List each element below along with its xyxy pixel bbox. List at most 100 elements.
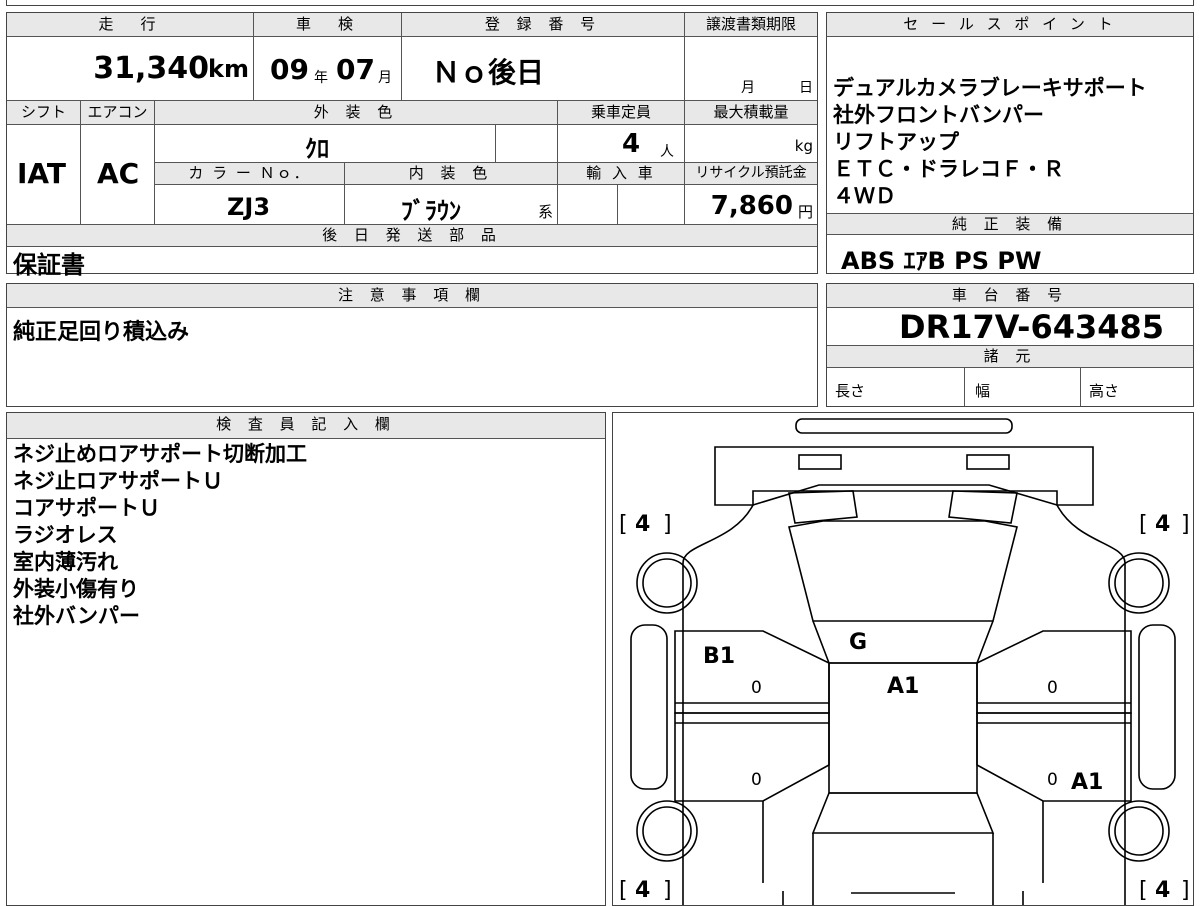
ac-value: AC	[97, 157, 140, 190]
spec-width-label: 幅	[975, 382, 991, 400]
inspector-note-line: 外装小傷有り	[13, 577, 139, 601]
shaken-year: 09	[270, 53, 309, 86]
capacity-label: 乗車定員	[558, 101, 685, 125]
bracket-rr-open: [	[1139, 878, 1148, 903]
damage-mark-roof: A1	[887, 674, 919, 699]
recycle-value: 7,860	[710, 191, 793, 221]
windshield-shape	[788, 520, 1018, 622]
headlight-right-shape	[966, 454, 1010, 470]
chassis-box: 車 台 番 号 DR17V-643485 諸 元 長さ 幅 高さ	[826, 283, 1194, 407]
hood-shape	[714, 446, 1094, 506]
later-parts-cell: 保証書	[7, 247, 817, 279]
color-no-value: ZJ3	[227, 193, 271, 221]
mileage-unit: km	[208, 55, 249, 83]
mileage-cell: 31,340 km	[7, 37, 254, 101]
inspector-note-line: コアサポートＵ	[13, 496, 160, 520]
door-rr-number: 0	[1047, 770, 1058, 790]
shaken-label: 車 検	[254, 13, 402, 37]
sales-point-line: デュアルカメラブレーキサポート	[833, 76, 1147, 100]
capacity-cell: 4 人	[558, 125, 685, 163]
tire-rr-value: 4	[1155, 878, 1170, 903]
mileage-label: 走 行	[7, 13, 254, 37]
inspector-note-line: ラジオレス	[13, 523, 118, 547]
shift-cell: IAT	[7, 125, 81, 225]
wheel-front-right-shape	[1108, 552, 1170, 614]
front-bumper-shape	[795, 418, 1013, 434]
chassis-cell: DR17V-643485	[827, 308, 1193, 346]
door-left-front-shape	[674, 630, 830, 714]
shaken-month: 07	[336, 53, 375, 86]
door-right-front-shape	[976, 630, 1132, 714]
vehicle-damage-diagram: [ 4 ] [ 4 ] [ 4 ] [ 4 ] B1 G A1 A1 0 0 0…	[619, 418, 1190, 905]
bracket-rr-close: ]	[1181, 878, 1190, 903]
notes-value: 純正足回り積込み	[13, 320, 190, 345]
sales-point-line: ＥＴＣ・ドラレコＦ・Ｒ	[833, 157, 1064, 181]
interior-color-value: ﾌﾞﾗｳﾝ	[401, 197, 461, 225]
bracket-fl-open: [	[619, 512, 628, 537]
spec-length-label: 長さ	[835, 382, 866, 400]
vehicle-diagram-box: [ 4 ] [ 4 ] [ 4 ] [ 4 ] B1 G A1 A1 0 0 0…	[612, 412, 1194, 906]
import-label: 輸 入 車	[558, 163, 685, 185]
sales-points-list: デュアルカメラブレーキサポート 社外フロントバンパー リフトアップ ＥＴＣ・ドラ…	[833, 75, 1189, 210]
later-parts-label: 後 日 発 送 部 品	[7, 225, 817, 247]
inspector-label: 検 査 員 記 入 欄	[7, 413, 605, 439]
door-fr-number: 0	[1047, 678, 1058, 698]
color-no-cell: ZJ3	[155, 185, 345, 225]
spec-length-cell: 長さ	[827, 368, 965, 406]
recycle-unit: 円	[797, 203, 813, 221]
mileage-value: 31,340	[93, 51, 209, 86]
bracket-rl-open: [	[619, 878, 628, 903]
ac-label: エアコン	[81, 101, 155, 125]
capacity-unit: 人	[660, 144, 674, 160]
chassis-label: 車 台 番 号	[827, 284, 1193, 308]
registration-label: 登 録 番 号	[402, 13, 685, 37]
shift-label: シフト	[7, 101, 81, 125]
max-load-cell: kg	[685, 125, 817, 163]
fender-left-shape	[630, 624, 668, 790]
notes-label: 注 意 事 項 欄	[7, 284, 817, 308]
door-fl-number: 0	[751, 678, 762, 698]
vehicle-info-table: 走 行 車 検 登 録 番 号 譲渡書類期限 31,340 km 09 年 07…	[6, 12, 818, 279]
shaken-month-unit: 月	[378, 70, 392, 86]
inspector-box: 検 査 員 記 入 欄 ネジ止めロアサポート切断加工 ネジ止ロアサポートＵ コア…	[6, 412, 606, 906]
inspector-note-line: 社外バンパー	[13, 604, 141, 628]
bracket-rl-close: ]	[663, 878, 672, 903]
tire-fl-value: 4	[635, 512, 650, 537]
grille-shape	[788, 490, 1018, 524]
inspector-notes-list: ネジ止めロアサポート切断加工 ネジ止ロアサポートＵ コアサポートＵ ラジオレス …	[13, 441, 601, 630]
capacity-value: 4	[622, 129, 641, 159]
spec-height-label: 高さ	[1089, 382, 1120, 400]
interior-color-cell: ﾌﾞﾗｳﾝ 系	[345, 185, 558, 225]
ac-cell: AC	[81, 125, 155, 225]
genuine-equipment-value: ABS ｴｱB PS PW	[841, 247, 1042, 275]
genuine-equipment-label: 純 正 装 備	[827, 213, 1193, 235]
sales-point-line: リフトアップ	[833, 130, 959, 154]
sales-points-box: セ ー ル ス ポ イ ン ト デュアルカメラブレーキサポート 社外フロントバン…	[826, 12, 1194, 275]
inspector-note-line: 室内薄汚れ	[13, 550, 118, 574]
spec-height-cell: 高さ	[1081, 368, 1193, 406]
interior-color-suffix: 系	[537, 203, 553, 221]
transfer-month-unit: 月	[741, 80, 755, 96]
shaken-cell: 09 年 07 月	[254, 37, 402, 101]
shift-value: IAT	[17, 157, 67, 190]
notes-box: 注 意 事 項 欄 純正足回り積込み	[6, 283, 818, 407]
specs-label: 諸 元	[827, 346, 1193, 368]
shaken-year-unit: 年	[314, 70, 328, 86]
tire-rl-value: 4	[635, 878, 650, 903]
fender-right-shape	[1138, 624, 1176, 790]
transfer-deadline-cell: 月 日	[685, 37, 817, 101]
color-no-label: カ ラ ー Ｎｏ．	[155, 163, 345, 185]
top-remnant-strip	[6, 0, 1194, 6]
interior-color-label: 内 装 色	[345, 163, 558, 185]
bracket-fl-close: ]	[663, 512, 672, 537]
transfer-day-unit: 日	[799, 80, 813, 96]
import-cell-a	[558, 185, 618, 225]
sales-point-line: 社外フロントバンパー	[833, 103, 1045, 127]
damage-mark-door-fl: B1	[703, 644, 735, 669]
sales-point-line: ４ＷＤ	[833, 184, 896, 208]
recycle-label: リサイクル預託金	[685, 163, 817, 185]
exterior-color-label: 外 装 色	[155, 101, 558, 125]
body-outline-shape	[682, 504, 1126, 905]
registration-value: Ｎｏ後日	[432, 56, 545, 89]
wheel-front-left-shape	[636, 552, 698, 614]
